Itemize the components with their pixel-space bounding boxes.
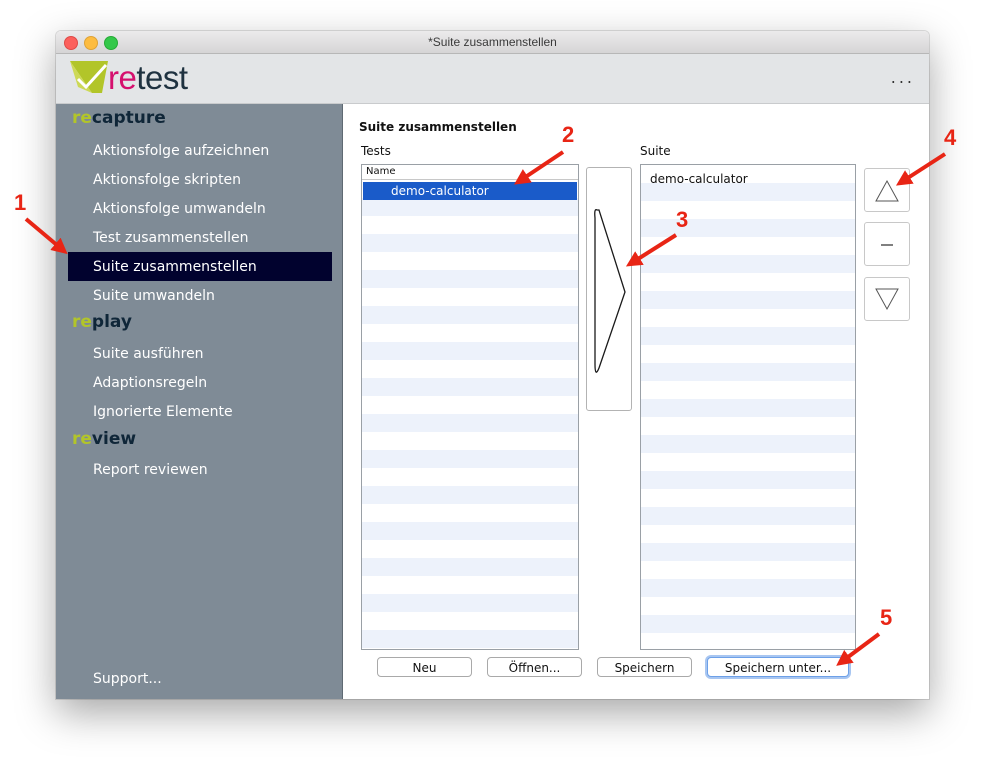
annotation-arrow-4 <box>895 152 947 186</box>
annotation-arrow-5 <box>836 632 881 666</box>
annotation-arrow-2 <box>514 150 565 185</box>
annotation-arrows <box>24 150 947 666</box>
annotation-arrow-1 <box>24 217 68 255</box>
annotation-arrow-3 <box>625 233 678 267</box>
